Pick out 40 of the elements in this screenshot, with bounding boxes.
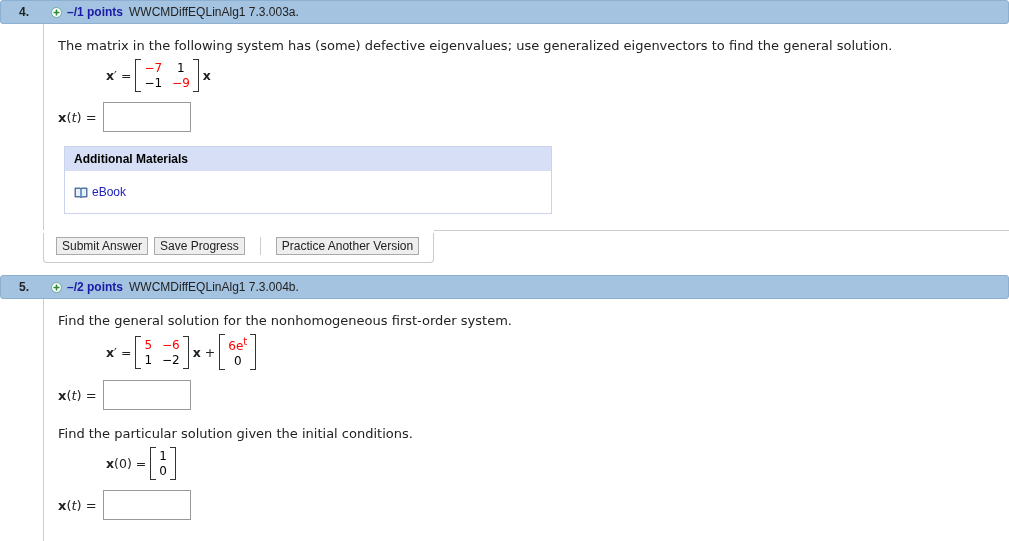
answer-label: x(t) = xyxy=(58,387,97,403)
answer-label: x(t) = xyxy=(58,109,97,125)
question-text: Find the particular solution given the initial conditions. xyxy=(58,426,414,441)
question-text: The matrix in the following system has (some) defective eigenvalues; use generalized eigenvectors to find the general solution. xyxy=(58,38,894,53)
math-label: x xyxy=(202,68,211,83)
matrix-entry: 1 xyxy=(159,449,167,463)
matrix-entry: 1 xyxy=(176,61,186,75)
action-button[interactable]: Submit Answer xyxy=(56,237,149,255)
question-number: 4. xyxy=(18,5,30,19)
question-code: WWCMDiffEQLinAlg1 7.3.004b. xyxy=(129,280,299,294)
matrix-entry: −2 xyxy=(162,352,180,367)
matrix-entry: 0 xyxy=(232,354,243,368)
ebook-link[interactable]: eBook xyxy=(92,185,127,199)
book-icon xyxy=(74,186,88,198)
question-code: WWCMDiffEQLinAlg1 7.3.003a. xyxy=(129,5,299,19)
plus-icon[interactable] xyxy=(51,281,62,293)
matrix-entry: 1 xyxy=(144,352,152,367)
matrix-entry: 0 xyxy=(159,464,167,478)
question-text: Find the general solution for the nonhomogeneous first-order system. xyxy=(58,313,513,328)
answer-field[interactable] xyxy=(102,490,191,520)
materials-title: Additional Materials xyxy=(65,147,551,171)
answer-field[interactable] xyxy=(102,102,191,132)
matrix-entry: −9 xyxy=(172,76,190,90)
points-label: –/2 points xyxy=(67,280,123,294)
math-label: x′ = xyxy=(106,344,132,360)
points-label: –/1 points xyxy=(67,5,123,19)
math-label: x + xyxy=(192,344,216,360)
matrix-entry: −6 xyxy=(162,337,180,352)
plus-icon[interactable] xyxy=(51,6,62,18)
answer-field[interactable] xyxy=(102,380,191,410)
math-label: x′ = xyxy=(106,68,132,83)
action-button[interactable]: Save Progress xyxy=(154,237,245,255)
matrix-entry: −7 xyxy=(144,61,163,75)
matrix-entry: 6e$^{t}$ xyxy=(228,336,248,353)
matrix-entry: 5 xyxy=(144,337,152,352)
question-number: 5. xyxy=(18,280,30,294)
practice-button[interactable]: Practice Another Version xyxy=(275,237,420,255)
math-label: x(0) = xyxy=(106,456,147,471)
answer-label: x(t) = xyxy=(58,497,97,513)
matrix-entry: −1 xyxy=(144,76,163,90)
